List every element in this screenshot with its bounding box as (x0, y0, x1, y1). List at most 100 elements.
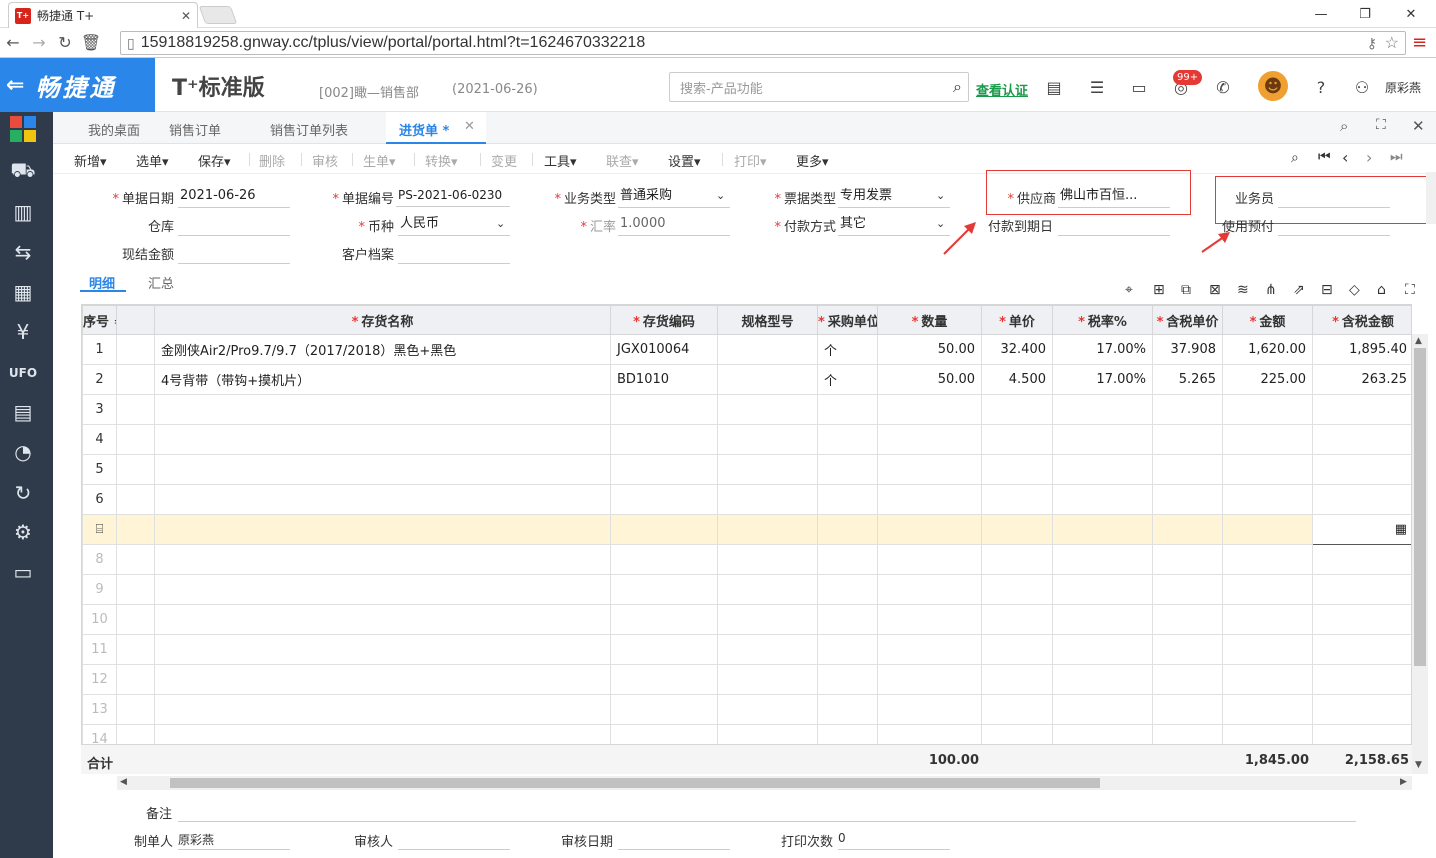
col-header-spec[interactable]: 规格型号 (717, 305, 818, 335)
cell-empty[interactable] (877, 424, 982, 455)
cell-empty[interactable] (610, 484, 718, 515)
table-row[interactable]: 5 (82, 454, 1411, 485)
cell-empty[interactable] (116, 454, 155, 485)
cell-empty[interactable] (717, 484, 818, 515)
cell-empty[interactable] (1312, 454, 1411, 485)
scroll-right-icon[interactable]: ▶ (1400, 777, 1407, 787)
verify-link[interactable]: 查看认证 (976, 80, 1028, 99)
cell-empty[interactable] (981, 514, 1053, 545)
cell-empty[interactable] (1152, 484, 1223, 515)
cell-empty[interactable] (1222, 424, 1313, 455)
cell-empty[interactable] (1152, 604, 1223, 635)
chart-icon[interactable]: ▥ (10, 199, 36, 225)
table-row[interactable]: 2 4号背带（带钩+摸机片） BD1010 个 50.00 4.500 17.0… (82, 364, 1411, 395)
layout-icon[interactable]: ⊟ (1321, 282, 1333, 298)
pay-method-select[interactable]: 其它 (838, 214, 950, 236)
cell-empty[interactable] (1052, 544, 1153, 575)
cell-empty[interactable] (817, 694, 878, 725)
cell-empty[interactable] (817, 394, 878, 425)
cell-empty[interactable] (981, 424, 1053, 455)
menu-icon[interactable]: ≡ (1412, 32, 1427, 53)
cell-empty[interactable] (981, 394, 1053, 425)
chevron-down-icon[interactable]: ⌄ (936, 189, 945, 202)
cell-empty[interactable] (1312, 544, 1411, 575)
cell-empty[interactable] (817, 664, 878, 695)
cell-empty[interactable] (877, 694, 982, 725)
message-icon[interactable]: ▭ (1128, 76, 1150, 98)
scroll-up-icon[interactable]: ▲ (1415, 336, 1422, 346)
location-icon[interactable]: ⌖ (1125, 282, 1133, 298)
minimize-icon[interactable]: — (1306, 4, 1336, 24)
cell-tax-price[interactable]: 37.908 (1152, 334, 1223, 365)
col-header-amount[interactable]: * 金额 (1222, 305, 1313, 335)
cell-empty[interactable] (877, 394, 982, 425)
cell-empty[interactable] (877, 574, 982, 605)
cell-empty[interactable] (1052, 424, 1153, 455)
close-tab-icon[interactable]: ✕ (464, 119, 475, 134)
cell-empty[interactable] (116, 484, 155, 515)
horizontal-scroll-thumb[interactable] (170, 778, 1100, 788)
cell-empty[interactable] (717, 544, 818, 575)
cell-unit[interactable]: 个 (817, 334, 878, 365)
cell-empty[interactable] (610, 604, 718, 635)
search-input[interactable]: 搜索-产品功能 ⌕ (669, 72, 969, 102)
monitor-code-icon[interactable]: ▭ (10, 559, 36, 585)
cell-unit[interactable]: 个 (817, 364, 878, 395)
cell-empty[interactable] (1052, 454, 1153, 485)
cell-empty[interactable] (981, 454, 1053, 485)
currency-select[interactable]: 人民币 (398, 214, 510, 236)
username[interactable]: 原彩燕 (1385, 79, 1421, 96)
cell-empty[interactable] (717, 424, 818, 455)
cell-empty[interactable] (981, 574, 1053, 605)
cell-amount[interactable]: 225.00 (1222, 364, 1313, 395)
cell-empty[interactable] (1312, 484, 1411, 515)
last-record-icon[interactable]: ⏭ (1390, 149, 1403, 165)
cell-empty[interactable] (1052, 634, 1153, 665)
cell-empty[interactable] (1052, 394, 1153, 425)
convert-button[interactable]: 转换▾ (425, 151, 458, 170)
cell-tax-price[interactable]: 5.265 (1152, 364, 1223, 395)
tab-sales-order[interactable]: 销售订单 (169, 120, 221, 139)
cell-empty[interactable] (817, 424, 878, 455)
vertical-scroll-thumb[interactable] (1414, 348, 1426, 666)
cell-blank[interactable] (116, 334, 155, 365)
help-icon[interactable]: ? (1310, 76, 1332, 98)
cell-empty[interactable] (717, 574, 818, 605)
pie-chart-icon[interactable]: ◔ (10, 439, 36, 465)
cell-empty[interactable] (817, 634, 878, 665)
table-row[interactable]: 10 (82, 604, 1411, 635)
table-row[interactable]: 6 (82, 484, 1411, 515)
biz-type-select[interactable]: 普通采购 (618, 186, 730, 208)
cell-empty[interactable] (154, 394, 611, 425)
cell-empty[interactable] (981, 484, 1053, 515)
scroll-left-icon[interactable]: ◀ (120, 777, 127, 787)
cell-empty[interactable] (116, 604, 155, 635)
cell-empty[interactable] (1222, 634, 1313, 665)
cell-tax-amount[interactable]: 1,895.40 (1312, 334, 1411, 365)
new-button[interactable]: 新增▾ (74, 151, 107, 170)
trash-icon[interactable]: 🗑 (78, 33, 104, 52)
first-record-icon[interactable]: ⏮ (1318, 149, 1331, 165)
cell-empty[interactable] (1222, 484, 1313, 515)
table-row[interactable]: 13 (82, 694, 1411, 725)
checklist-icon[interactable]: ☰ (1086, 76, 1108, 98)
tools-button[interactable]: 工具▾ (544, 151, 577, 170)
chevron-down-icon[interactable]: ⌄ (716, 189, 725, 202)
cell-tax[interactable]: 17.00% (1052, 364, 1153, 395)
cell-empty[interactable] (1152, 424, 1223, 455)
cell-empty[interactable] (1152, 664, 1223, 695)
cell-empty[interactable] (1222, 664, 1313, 695)
export-icon[interactable]: ⇗ (1293, 282, 1305, 298)
cell-empty[interactable] (981, 634, 1053, 665)
cell-empty[interactable] (877, 544, 982, 575)
table-row[interactable]: 12 (82, 664, 1411, 695)
split-icon[interactable]: ⋔ (1265, 282, 1277, 298)
cell-code[interactable]: JGX010064 (610, 334, 718, 365)
cell-empty[interactable]: ▦ (1312, 514, 1411, 545)
cell-empty[interactable] (817, 454, 878, 485)
browser-tab[interactable]: T+ 畅捷通 T+ ✕ (8, 2, 198, 28)
cell-empty[interactable] (1152, 394, 1223, 425)
col-header-code[interactable]: * 存货编码 (610, 305, 718, 335)
monkey-avatar-icon[interactable]: ☻ (1258, 71, 1288, 101)
cell-empty[interactable] (717, 634, 818, 665)
